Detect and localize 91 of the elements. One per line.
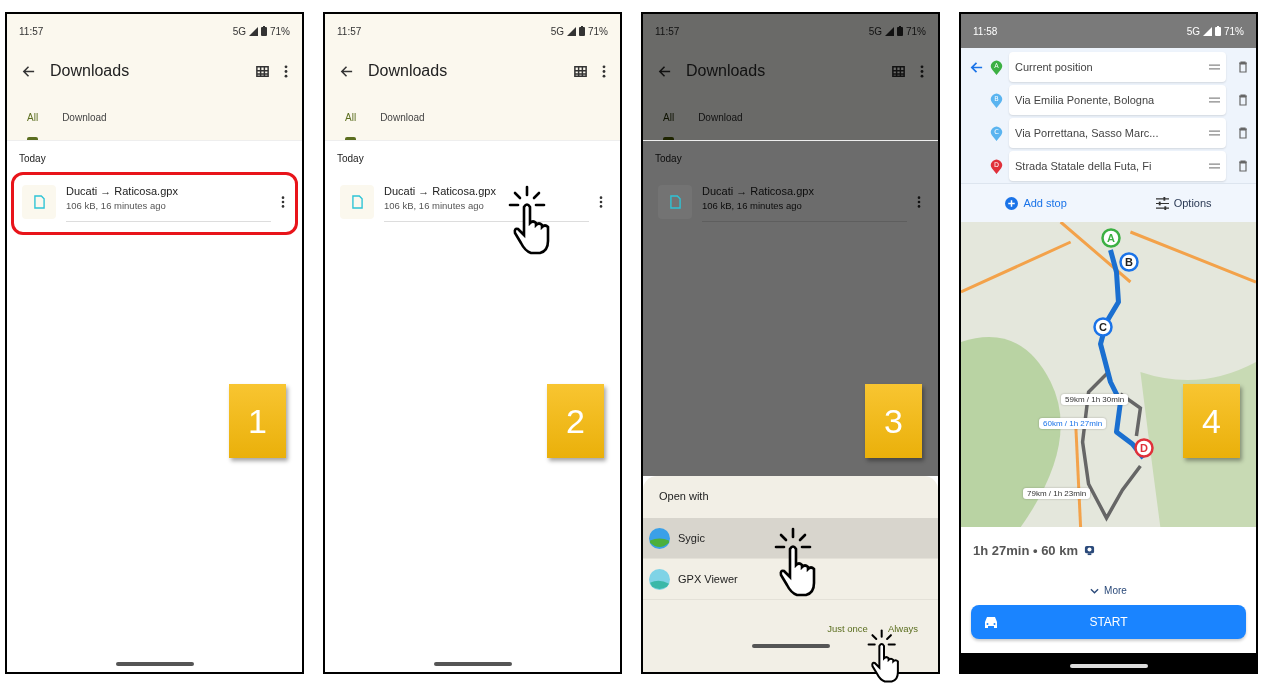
battery-icon [261,26,267,36]
car-icon [983,615,999,629]
file-details: 106 kB, 16 minutes ago [702,200,803,211]
file-name: Ducati → Raticosa.gpx [66,185,179,197]
file-details: 106 kB, 16 minutes ago [384,200,485,211]
options-button[interactable]: Options [1149,195,1218,211]
route-label[interactable]: 79km / 1h 23min [1023,488,1091,499]
more-button[interactable]: More [1084,584,1133,597]
section-header: Today [654,152,683,166]
document-icon [351,194,363,209]
tab[interactable]: All [335,94,367,140]
map-marker[interactable]: D [1134,438,1154,458]
network-label: 5G [232,25,246,37]
grid-view-icon[interactable] [255,63,270,79]
status-time: 11:57 [655,25,680,37]
grid-view-icon[interactable] [573,63,588,79]
map-drawing[interactable] [961,222,1256,527]
network-label: 5G [1186,25,1200,37]
tab[interactable]: Download [370,94,435,140]
map-marker[interactable]: B [1119,252,1139,272]
delete-icon[interactable] [1238,160,1248,172]
battery-level: 71% [588,25,608,37]
section-header: Today [18,152,47,166]
network-label: 5G [550,25,564,37]
network-label: 5G [868,25,882,37]
battery-level: 71% [1224,25,1244,37]
map-marker[interactable]: C [1093,317,1113,337]
status-time: 11:57 [19,25,44,37]
sheet-title: Open with [658,489,710,504]
tab[interactable]: Download [52,94,117,140]
battery-icon [897,26,903,36]
drag-handle-icon[interactable] [1209,130,1220,136]
document-icon [33,194,45,209]
stop-field[interactable]: Current position [1009,52,1226,82]
dialog-action-button[interactable]: Just once [827,623,868,634]
section-header: Today [336,152,365,166]
more-options-icon[interactable] [602,63,606,79]
more-options-icon[interactable] [281,194,285,209]
drag-handle-icon[interactable] [1209,64,1220,70]
file-name: Ducati → Raticosa.gpx [384,185,497,197]
status-time: 11:57 [337,25,362,37]
tab[interactable]: All [653,94,685,140]
sliders-icon [1155,196,1169,210]
more-options-icon[interactable] [284,63,288,79]
app-name: Sygic [678,532,705,544]
chevron-down-icon [1090,587,1100,594]
drag-handle-icon[interactable] [1209,163,1220,169]
delete-icon[interactable] [1238,94,1248,106]
app-option[interactable]: GPX Viewer [643,559,938,600]
status-time: 11:58 [973,25,998,37]
delete-icon[interactable] [1238,61,1248,73]
drag-handle-icon[interactable] [1209,97,1220,103]
stop-field[interactable]: Via Emilia Ponente, Bologna [1009,85,1226,115]
screen-title: Downloads [368,62,449,80]
more-options-icon[interactable] [599,194,603,209]
stop-field[interactable]: Strada Statale della Futa, Fi [1009,151,1226,181]
battery-level: 71% [270,25,290,37]
plus-icon [1005,196,1019,210]
app-option[interactable]: Sygic [643,518,938,559]
file-row[interactable]: Ducati → Raticosa.gpx 106 kB, 16 minutes ago [11,172,298,235]
step-number-badge: 4 [1183,384,1240,458]
battery-level: 71% [906,25,926,37]
start-button[interactable]: START [971,605,1246,639]
file-row[interactable]: Ducati → Raticosa.gpx 106 kB, 16 minutes ago [647,172,934,235]
stop-field[interactable]: Via Porrettana, Sasso Marc... [1009,118,1226,148]
step-number-badge: 2 [547,384,604,458]
file-details: 106 kB, 16 minutes ago [66,200,167,211]
screen-title: Downloads [686,62,767,80]
speed-camera-icon [1084,545,1095,556]
battery-icon [1215,26,1221,36]
file-name: Ducati → Raticosa.gpx [702,185,815,197]
app-name: GPX Viewer [678,573,738,585]
dialog-action-button[interactable]: Always [887,623,918,634]
step-number-badge: 3 [865,384,922,458]
app-icon [649,527,670,549]
app-icon [649,568,670,590]
route-label[interactable]: 60km / 1h 27min [1039,418,1107,429]
step-number-badge: 1 [229,384,286,458]
signal-icon [567,26,576,36]
route-label[interactable]: 59km / 1h 30min [1061,394,1129,405]
delete-icon[interactable] [1238,127,1248,139]
screen-title: Downloads [50,62,131,80]
signal-icon [1203,26,1212,36]
battery-icon [579,26,585,36]
signal-icon [249,26,258,36]
add-stop-button[interactable]: Add stop [999,195,1073,211]
document-icon [669,194,681,209]
route-summary: 1h 27min • 60 km [973,543,1078,558]
tab[interactable]: Download [688,94,753,140]
tab[interactable]: All [17,94,49,140]
signal-icon [885,26,894,36]
